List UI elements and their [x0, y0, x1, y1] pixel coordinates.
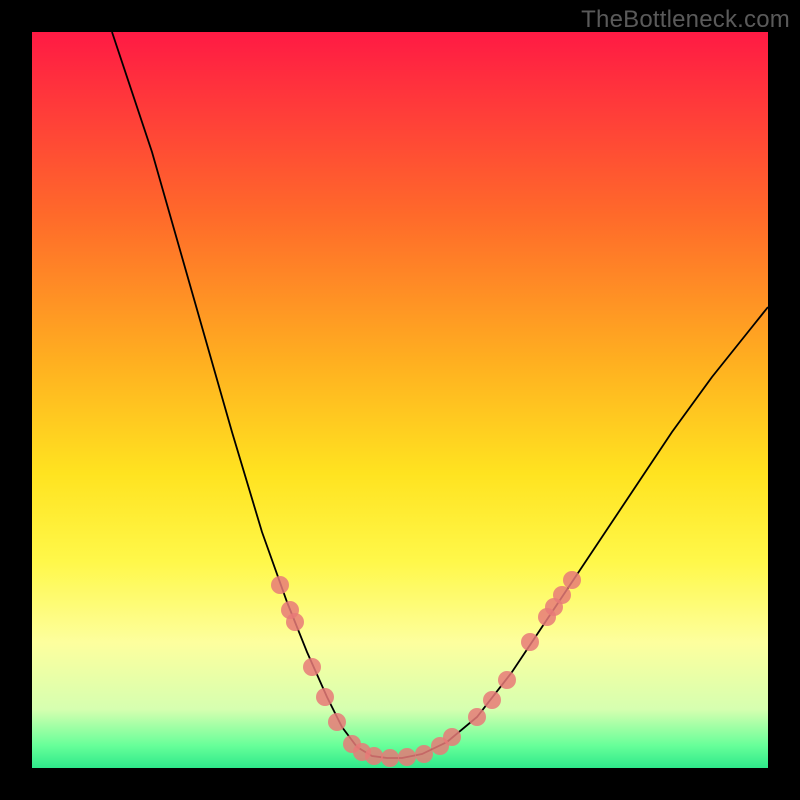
data-marker [303, 658, 321, 676]
chart-frame: TheBottleneck.com [0, 0, 800, 800]
data-marker [328, 713, 346, 731]
watermark-text: TheBottleneck.com [581, 6, 790, 34]
curve-svg [32, 32, 768, 768]
bottleneck-curve [112, 32, 768, 758]
marker-group [271, 571, 581, 767]
data-marker [563, 571, 581, 589]
data-marker [415, 745, 433, 763]
data-marker [271, 576, 289, 594]
data-marker [553, 586, 571, 604]
data-marker [286, 613, 304, 631]
data-marker [468, 708, 486, 726]
data-marker [498, 671, 516, 689]
data-marker [483, 691, 501, 709]
data-marker [443, 728, 461, 746]
data-marker [365, 747, 383, 765]
data-marker [316, 688, 334, 706]
plot-area [32, 32, 768, 768]
data-marker [398, 748, 416, 766]
data-marker [521, 633, 539, 651]
data-marker [381, 749, 399, 767]
